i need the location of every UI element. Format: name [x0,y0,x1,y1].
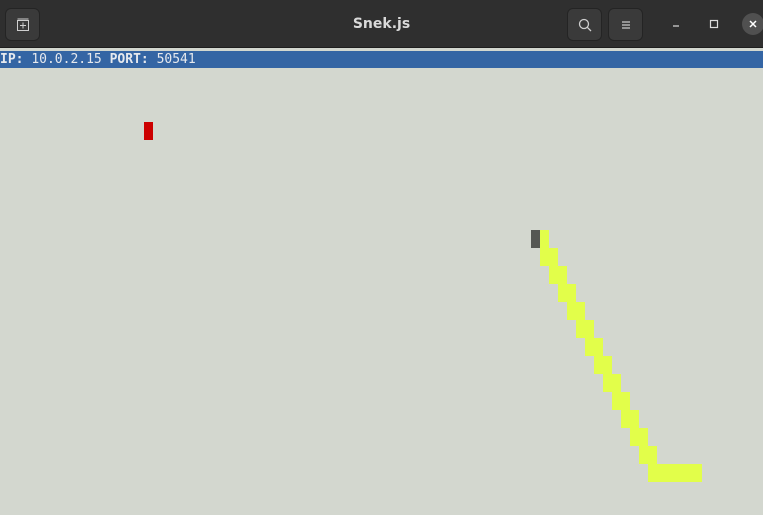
snake-body-segment [621,410,630,428]
snake-body-segment [549,266,558,284]
snake-body-segment [693,464,702,482]
menu-button[interactable] [608,8,643,41]
snake-body-segment [585,320,594,338]
search-icon [578,18,591,31]
snake-body-segment [675,464,684,482]
snake-body-segment [630,410,639,428]
snake-body-segment [630,428,639,446]
snake-body-segment [549,248,558,266]
snake-body-segment [594,356,603,374]
minimize-icon [673,25,679,27]
snake-body-segment [612,392,621,410]
snake-body-segment [576,302,585,320]
port-value: 50541 [156,52,196,67]
window-title: Snek.js [352,16,411,32]
snake-body-segment [648,446,657,464]
game-board [0,68,763,515]
search-button[interactable] [567,8,602,41]
close-icon [749,20,757,28]
port-label: PORT: [109,52,149,67]
snake-body-segment [666,464,675,482]
close-button[interactable] [742,13,763,35]
ip-label: IP: [0,52,24,67]
snake-body-segment [648,464,657,482]
terminal-window: Snek.js IP: 10.0.2.15 PORT: 50541 [0,0,763,515]
snake-body-segment [603,374,612,392]
snake-body-segment [603,356,612,374]
ip-value: 10.0.2.15 [31,52,102,67]
snake-body-segment [567,302,576,320]
snake-body-segment [657,464,666,482]
snake-body-segment [558,266,567,284]
maximize-icon [709,19,719,29]
snake-body-segment [567,284,576,302]
snake-body-segment [558,284,567,302]
snake-body-segment [585,338,594,356]
title-bar: Snek.js [0,0,763,48]
new-tab-icon [16,18,29,31]
snake-body-segment [576,320,585,338]
apple-food [144,122,153,140]
snake-body-segment [540,230,549,248]
snake-body-segment [540,248,549,266]
snake-body-segment [639,428,648,446]
snake-body-segment [684,464,693,482]
maximize-button[interactable] [702,12,726,36]
new-tab-button[interactable] [5,8,40,41]
snake-head [531,230,540,248]
minimize-button[interactable] [664,12,688,36]
snake-body-segment [621,392,630,410]
snake-body-segment [639,446,648,464]
snake-body-segment [594,338,603,356]
hamburger-menu-icon [621,20,630,29]
connection-status-bar: IP: 10.0.2.15 PORT: 50541 [0,51,763,68]
snake-body-segment [612,374,621,392]
